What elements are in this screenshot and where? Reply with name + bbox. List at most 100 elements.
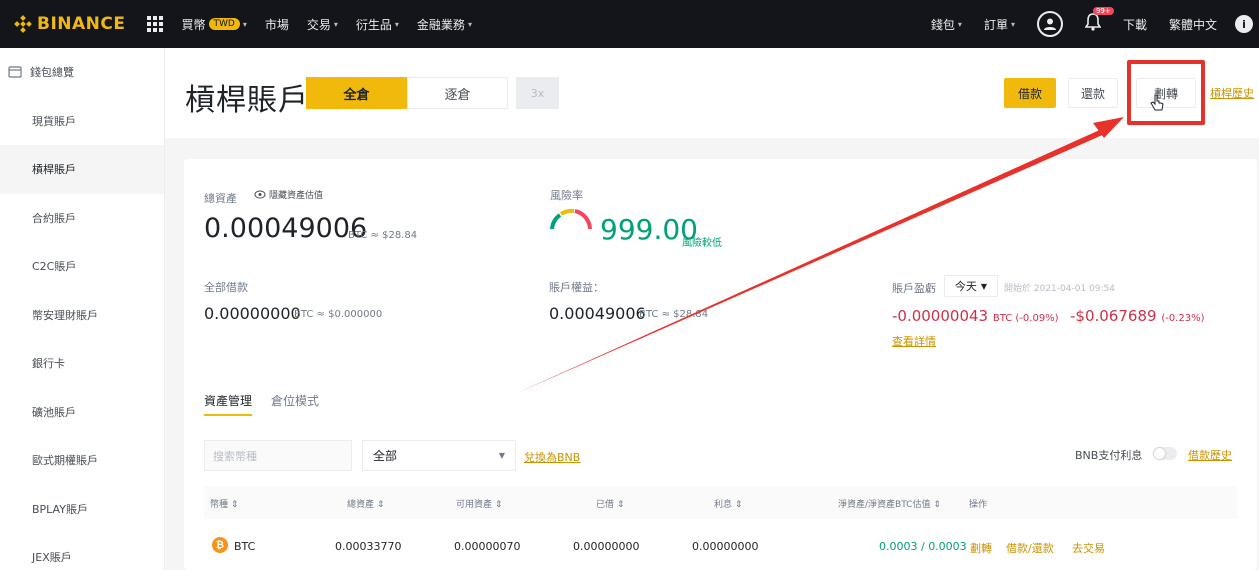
row-transfer-link[interactable]: 劃轉 <box>970 540 992 556</box>
row-borrow-repay-link[interactable]: 借款/還款 <box>1006 540 1054 556</box>
view-details-link[interactable]: 查看詳情 <box>892 333 936 349</box>
equity-value: 0.00049006 <box>549 304 646 323</box>
nav-buy-crypto[interactable]: 買幣 TWD ▾ <box>181 16 246 33</box>
nav-trade[interactable]: 交易 ▾ <box>307 16 338 33</box>
cell-net-asset: 0.0003 / 0.0003 <box>879 540 967 553</box>
active-tab-underline <box>204 414 252 416</box>
borrow-history-link[interactable]: 借款歷史 <box>1188 447 1232 463</box>
sidebar-item-jex[interactable]: JEX賬戶 <box>0 533 164 570</box>
sidebar-item-label: JEX賬戶 <box>32 551 72 565</box>
tab-position-mode[interactable]: 倉位模式 <box>271 392 319 409</box>
sidebar-item-wallet-overview[interactable]: 錢包總覽 <box>0 48 164 97</box>
notifications-button[interactable]: 99+ <box>1084 7 1114 35</box>
total-assets-label: 總資產 <box>204 192 237 205</box>
nav-derivatives[interactable]: 衍生品 ▾ <box>356 16 399 33</box>
nav-finance-label: 金融業務 <box>416 17 465 32</box>
tab-isolated-margin[interactable]: 逐倉 <box>407 77 508 109</box>
chevron-down-icon: ▾ <box>957 19 962 29</box>
chevron-down-icon: ▼ <box>980 281 988 291</box>
nav-buy-crypto-label: 買幣 <box>181 17 206 32</box>
tab-asset-management[interactable]: 資產管理 <box>204 392 252 409</box>
th-interest[interactable]: 利息 ⇕ <box>714 497 742 510</box>
equity-label: 賬戶權益： <box>549 281 604 294</box>
sidebar-item-label: C2C賬戶 <box>32 260 77 274</box>
row-trade-link[interactable]: 去交易 <box>1072 540 1105 556</box>
pnl-period-value: 今天 <box>954 280 977 293</box>
total-assets-unit: BTC ≈ $28.84 <box>348 230 418 241</box>
sidebar-item-earn[interactable]: 幣安理財賬戶 <box>0 291 164 340</box>
sidebar-item-futures[interactable]: 合約賬戶 <box>0 194 164 243</box>
nav-trade-label: 交易 <box>306 17 331 32</box>
sidebar-item-label: 現貨賬戶 <box>32 114 76 128</box>
apps-grid-icon[interactable] <box>147 16 164 32</box>
hand-cursor-icon <box>1150 94 1164 111</box>
risk-level: 風險較低 <box>682 238 722 249</box>
total-debt-unit: BTC ≈ $0.000000 <box>294 309 383 320</box>
asset-filter-select[interactable]: 全部 ▼ <box>362 440 516 471</box>
cell-borrowed: 0.00000000 <box>573 540 640 553</box>
binance-logo-icon <box>14 15 32 33</box>
nav-language-label: 繁體中文 <box>1168 17 1217 32</box>
chevron-down-icon: ▾ <box>394 19 399 29</box>
sidebar-item-label: BPLAY賬戶 <box>32 502 88 516</box>
convert-to-bnb-link[interactable]: 兌換為BNB <box>524 449 580 465</box>
account-overview-card: 總資產 隱藏資產估值 0.00049006 BTC ≈ $28.84 風險率 9… <box>184 159 1257 570</box>
nav-wallet-label: 錢包 <box>930 17 955 32</box>
margin-history-link[interactable]: 槓桿歷史 <box>1210 85 1254 101</box>
user-account-icon[interactable] <box>1036 11 1063 37</box>
nav-orders-label: 訂單 <box>983 17 1008 32</box>
nav-download-label: 下載 <box>1122 17 1147 32</box>
sidebar-item-label: 錢包總覽 <box>30 66 74 80</box>
sidebar-item-bplay[interactable]: BPLAY賬戶 <box>0 485 164 534</box>
eye-icon <box>254 190 266 199</box>
total-assets-value: 0.00049006 <box>204 213 368 244</box>
risk-gauge-icon <box>550 208 592 230</box>
repay-button[interactable]: 還款 <box>1068 78 1118 108</box>
bnb-interest-label: BNB支付利息 <box>1075 449 1143 462</box>
pnl-period-select[interactable]: 今天 ▼ <box>944 275 998 297</box>
th-total[interactable]: 總資產 ⇕ <box>347 497 384 510</box>
chevron-down-icon: ▼ <box>498 451 505 460</box>
chevron-down-icon: ▾ <box>242 19 247 29</box>
th-available[interactable]: 可用資產 ⇕ <box>456 497 502 510</box>
borrow-button[interactable]: 借款 <box>1004 78 1056 108</box>
logo-text: BINANCE <box>37 14 126 34</box>
tab-cross-margin[interactable]: 全倉 <box>306 77 407 109</box>
page-header: 槓桿賬戶 全倉 逐倉 3x 借款 還款 劃轉 槓桿歷史 <box>165 48 1259 138</box>
sidebar: 錢包總覽 現貨賬戶 槓桿賬戶 合約賬戶 C2C賬戶 幣安理財賬戶 銀行卡 礦池賬… <box>0 48 165 570</box>
sidebar-item-c2c[interactable]: C2C賬戶 <box>0 242 164 291</box>
user-silhouette-icon <box>1043 18 1056 30</box>
sidebar-item-bank-card[interactable]: 銀行卡 <box>0 339 164 388</box>
th-borrowed[interactable]: 已借 ⇕ <box>596 497 624 510</box>
nav-wallet[interactable]: 錢包 ▾ <box>931 16 962 33</box>
coin-search-input[interactable]: 搜索幣種 <box>204 440 352 471</box>
sidebar-item-margin[interactable]: 槓桿賬戶 <box>0 145 164 194</box>
sidebar-item-spot[interactable]: 現貨賬戶 <box>0 97 164 146</box>
nav-markets[interactable]: 市場 <box>265 16 289 33</box>
annotation-highlight-box <box>1127 60 1205 125</box>
sidebar-item-label: 礦池賬戶 <box>32 405 76 419</box>
sidebar-item-options[interactable]: 歐式期權賬戶 <box>0 436 164 485</box>
hide-balance-label: 隱藏資產估值 <box>269 191 324 201</box>
sidebar-item-label: 合約賬戶 <box>32 211 76 225</box>
th-net-asset[interactable]: 淨資產/淨資產BTC估值 ⇕ <box>838 497 941 510</box>
pnl-start-time: 開始於 2021-04-01 09:54 <box>1004 284 1115 294</box>
leverage-button[interactable]: 3x <box>516 77 559 109</box>
risk-ratio-label: 風險率 <box>550 189 583 202</box>
cell-coin: BTC <box>234 540 256 553</box>
info-icon[interactable]: i <box>1235 15 1253 33</box>
nav-right: 錢包 ▾ 訂單 ▾ 99+ 下載 繁體中文 i <box>909 7 1259 37</box>
sidebar-item-pool[interactable]: 礦池賬戶 <box>0 388 164 437</box>
chevron-down-icon: ▾ <box>1010 19 1015 29</box>
binance-logo[interactable]: BINANCE <box>14 14 125 34</box>
bnb-interest-toggle[interactable] <box>1153 447 1177 460</box>
nav-finance[interactable]: 金融業務 ▾ <box>417 16 472 33</box>
hide-balance-toggle[interactable]: 隱藏資產估值 <box>254 188 323 201</box>
nav-orders[interactable]: 訂單 ▾ <box>984 16 1015 33</box>
th-coin[interactable]: 幣種 ⇕ <box>210 497 238 510</box>
nav-download[interactable]: 下載 <box>1123 16 1147 33</box>
nav-language[interactable]: 繁體中文 <box>1169 16 1217 33</box>
pnl-btc-value: -0.00000043 <box>892 307 989 325</box>
wallet-icon <box>8 66 22 78</box>
asset-table-header: 幣種 ⇕ 總資產 ⇕ 可用資產 ⇕ 已借 ⇕ 利息 ⇕ 淨資產/淨資產BTC估值… <box>204 486 1237 519</box>
